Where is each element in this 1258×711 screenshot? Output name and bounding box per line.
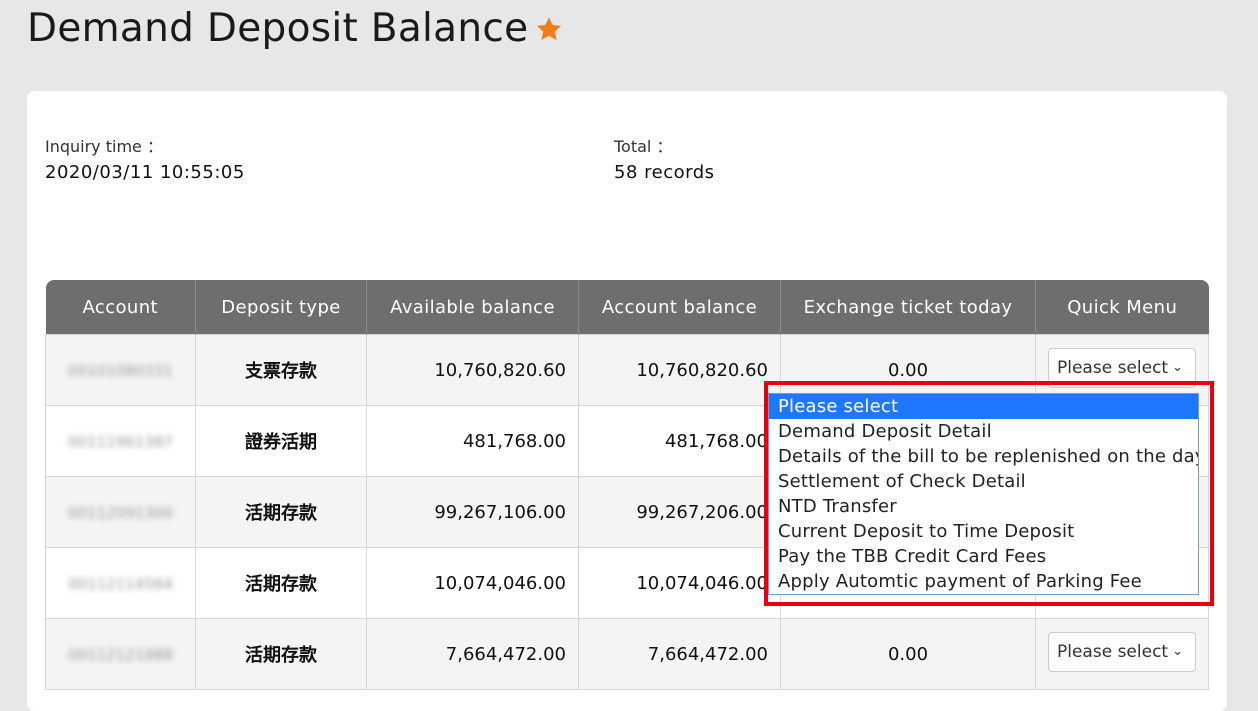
account-number[interactable]: 00112121888 [68,646,173,664]
account-cell[interactable]: 00111961387 [45,405,196,477]
deposit-type-cell: 活期存款 [195,476,367,548]
table-header-row: Account Deposit type Available balance A… [45,280,1209,335]
inquiry-time-label: Inquiry time ： [45,137,163,156]
header-quick-menu: Quick Menu [1035,280,1209,335]
dropdown-option-parking-fee-payment[interactable]: Apply Automtic payment of Parking Fee [769,569,1198,594]
account-cell[interactable]: 00112091300 [45,476,196,548]
quick-menu-dropdown-list[interactable]: Please select Demand Deposit Detail Deta… [768,393,1199,595]
quick-menu-select-value: Please select [1057,357,1169,378]
total-value: 58 records [614,162,715,183]
header-account: Account [45,280,196,335]
account-balance-cell: 481,768.00 [578,405,781,477]
table-row: 00112121888 活期存款 7,664,472.00 7,664,472.… [45,618,1209,690]
account-balance-cell: 10,760,820.60 [578,334,781,406]
account-number[interactable]: 00112091300 [68,504,173,522]
account-balance-cell: 10,074,046.00 [578,547,781,619]
account-cell[interactable]: 00112121888 [45,618,196,690]
dropdown-option-demand-deposit-detail[interactable]: Demand Deposit Detail [769,419,1198,444]
total-label: Total ： [614,137,673,156]
account-balance-cell: 99,267,206.00 [578,476,781,548]
dropdown-option-current-to-time-deposit[interactable]: Current Deposit to Time Deposit [769,519,1198,544]
header-account-balance: Account balance [578,280,781,335]
favorite-star-icon[interactable] [534,14,564,44]
available-balance-cell: 99,267,106.00 [366,476,579,548]
header-available-balance: Available balance [366,280,579,335]
page-title: Demand Deposit Balance [27,6,564,51]
dropdown-option-pay-tbb-credit-card[interactable]: Pay the TBB Credit Card Fees [769,544,1198,569]
account-balance-cell: 7,664,472.00 [578,618,781,690]
deposit-type-cell: 活期存款 [195,618,367,690]
dropdown-option-ntd-transfer[interactable]: NTD Transfer [769,494,1198,519]
account-number[interactable]: 00111961387 [68,433,173,451]
header-deposit-type: Deposit type [195,280,367,335]
inquiry-time-value: 2020/03/11 10:55:05 [45,162,245,183]
header-exchange-ticket-today: Exchange ticket today [780,280,1036,335]
account-cell[interactable]: 00112114564 [45,547,196,619]
page-title-text: Demand Deposit Balance [27,6,529,51]
quick-menu-cell: Please select ⌄ [1035,618,1209,690]
deposit-type-cell: 支票存款 [195,334,367,406]
available-balance-cell: 7,664,472.00 [366,618,579,690]
available-balance-cell: 481,768.00 [366,405,579,477]
exchange-ticket-cell: 0.00 [780,618,1036,690]
deposit-type-cell: 活期存款 [195,547,367,619]
dropdown-option-please-select[interactable]: Please select [769,394,1198,419]
available-balance-cell: 10,074,046.00 [366,547,579,619]
account-number[interactable]: 00101080331 [68,362,173,380]
available-balance-cell: 10,760,820.60 [366,334,579,406]
dropdown-option-settlement-check-detail[interactable]: Settlement of Check Detail [769,469,1198,494]
chevron-down-icon: ⌄ [1172,359,1183,375]
account-number[interactable]: 00112114564 [68,575,173,593]
deposit-type-cell: 證券活期 [195,405,367,477]
account-cell[interactable]: 00101080331 [45,334,196,406]
dropdown-option-bill-replenished-details[interactable]: Details of the bill to be replenished on… [769,444,1198,469]
quick-menu-select[interactable]: Please select ⌄ [1048,347,1196,388]
